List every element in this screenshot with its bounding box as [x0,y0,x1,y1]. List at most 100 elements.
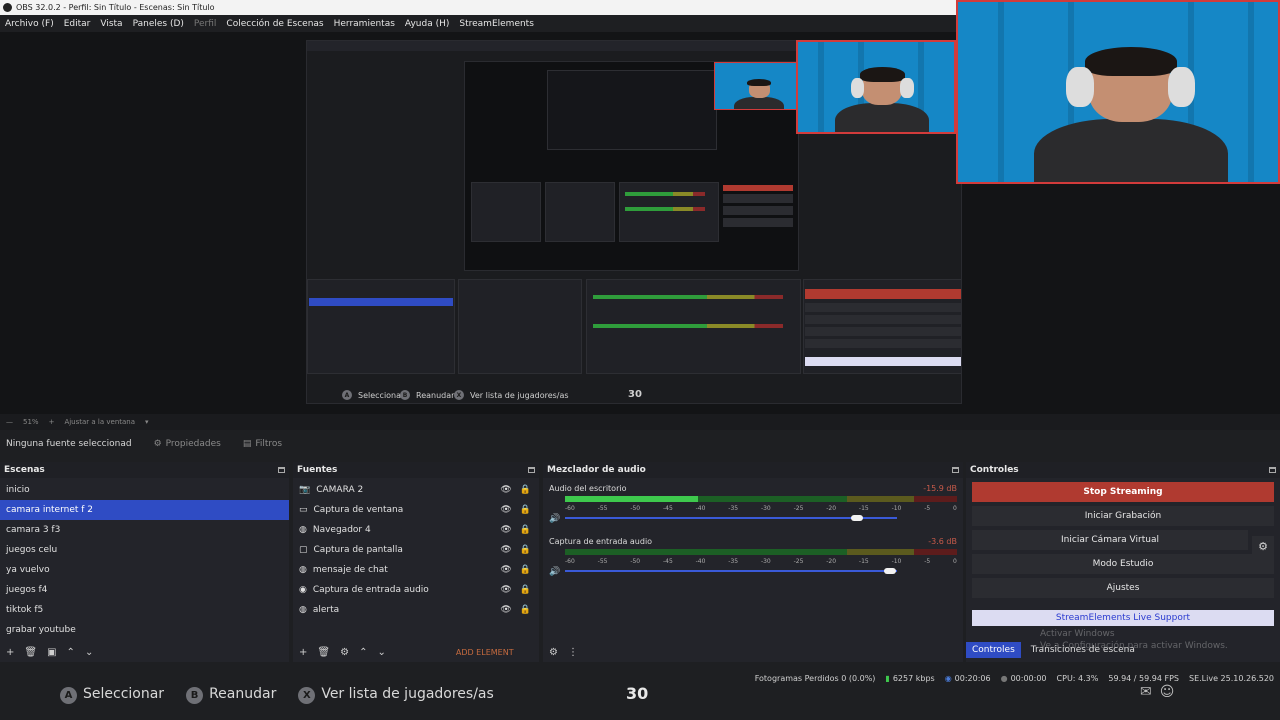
source-item[interactable]: ▢ Captura de pantalla 👁 🔒 [293,540,539,560]
tick-label: -55 [597,558,608,565]
x-button-icon: X [298,687,316,704]
menu-item-2[interactable]: Vista [95,19,127,29]
tick-label: -15 [858,558,869,565]
overlay-resume-label: Reanudar [209,686,277,702]
eye-icon[interactable]: 👁 [500,605,511,615]
virtual-camera-button[interactable]: Iniciar Cámara Virtual [972,530,1248,550]
source-item[interactable]: ◉ Captura de entrada audio 👁 🔒 [293,580,539,600]
eye-icon[interactable]: 👁 [500,585,511,595]
advanced-audio-icon[interactable]: ⚙ [549,647,558,658]
zoom-percent[interactable]: 51% [23,418,39,426]
dock-popout-icon[interactable] [1269,467,1276,473]
source-item[interactable]: ▭ Captura de ventana 👁 🔒 [293,500,539,520]
zoom-plus-icon[interactable]: + [49,418,55,426]
dock-popout-icon[interactable] [952,467,959,473]
menu-item-5[interactable]: Colección de Escenas [221,19,328,29]
eye-icon[interactable]: 👁 [500,485,511,495]
menu-item-3[interactable]: Paneles (D) [128,19,189,29]
scene-item[interactable]: ya vuelvo [0,560,289,580]
audio-mixer-dock: Mezclador de audio Audio del escritorio -… [543,462,963,662]
remove-scene-icon[interactable]: 🗑 [24,647,37,658]
live-support-button[interactable]: StreamElements Live Support [972,610,1274,626]
tick-label: -50 [630,505,641,512]
lock-icon[interactable]: 🔒 [520,605,531,615]
overlay-players-label: Ver lista de jugadores/as [321,686,494,702]
virtual-camera-settings-icon[interactable]: ⚙ [1252,536,1274,556]
speaker-icon[interactable]: 🔊 [549,514,560,524]
menu-item-1[interactable]: Editar [59,19,96,29]
filter-icon: ▤ [242,439,252,449]
zoom-out-icon[interactable]: — [6,418,13,426]
move-down-icon[interactable]: ⌄ [377,647,385,658]
overlay-select-label: Seleccionar [83,686,165,702]
add-scene-icon[interactable]: + [6,647,14,658]
lock-icon[interactable]: 🔒 [520,585,531,595]
scene-item[interactable]: camara internet f 2 [0,500,289,520]
move-down-icon[interactable]: ⌄ [85,647,93,658]
scene-item[interactable]: grabar youtube [0,620,289,640]
menu-item-6[interactable]: Herramientas [329,19,400,29]
move-up-icon[interactable]: ⌃ [67,647,75,658]
scene-item[interactable]: inicio [0,480,289,500]
stop-streaming-button[interactable]: Stop Streaming [972,482,1274,502]
filters-button[interactable]: ▤ Filtros [243,439,282,449]
overlay-resume: B Reanudar [186,686,276,704]
source-settings-icon[interactable]: ⚙ [340,647,349,658]
watermark-line1: Activar Windows [1040,629,1115,639]
sources-toolbar: + 🗑 ⚙ ⌃ ⌄ ADD ELEMENT [293,642,539,662]
tick-label: -60 [565,505,575,512]
source-label: Captura de entrada audio [312,585,429,595]
source-label: Captura de pantalla [313,545,403,555]
menu-item-0[interactable]: Archivo (F) [0,19,59,29]
scene-item[interactable]: juegos f4 [0,580,289,600]
start-recording-button[interactable]: Iniciar Grabación [972,506,1274,526]
tick-label: -5 [924,558,931,565]
move-up-icon[interactable]: ⌃ [359,647,367,658]
obs-logo-icon [3,3,12,12]
eye-icon[interactable]: 👁 [500,565,511,575]
scene-item[interactable]: camara 3 f3 [0,520,289,540]
volume-slider[interactable] [565,515,897,521]
mixer-menu-icon[interactable]: ⋮ [568,647,578,658]
menu-item-7[interactable]: Ayuda (H) [400,19,454,29]
lock-icon[interactable]: 🔒 [520,485,531,495]
channel-name: Captura de entrada audio [549,537,653,546]
tick-label: -10 [891,505,902,512]
source-toolbar: Ninguna fuente seleccionad ⚙ Propiedades… [0,432,1280,456]
window-icon: ▭ [299,505,308,515]
source-item[interactable]: 📷 CAMARA 2 👁 🔒 [293,480,539,500]
settings-button[interactable]: Ajustes [972,578,1274,598]
lock-icon[interactable]: 🔒 [520,565,531,575]
menu-item-4[interactable]: Perfil [189,19,222,29]
lock-icon[interactable]: 🔒 [520,545,531,555]
source-item[interactable]: ◍ Navegador 4 👁 🔒 [293,520,539,540]
remove-source-icon[interactable]: 🗑 [317,647,330,658]
chevron-down-icon[interactable]: ▾ [145,418,149,426]
eye-icon[interactable]: 👁 [500,525,511,535]
source-item[interactable]: ◍ alerta 👁 🔒 [293,600,539,620]
lock-icon[interactable]: 🔒 [520,525,531,535]
webcam-main [956,0,1280,184]
nested-overlay-players: X Ver lista de jugadores/as [454,390,569,400]
speaker-icon[interactable]: 🔊 [549,567,560,577]
studio-mode-button[interactable]: Modo Estudio [972,554,1274,574]
scenes-title: Escenas [4,465,45,475]
dock-popout-icon[interactable] [528,467,535,473]
lock-icon[interactable]: 🔒 [520,505,531,515]
add-source-icon[interactable]: + [299,647,307,658]
scene-item[interactable]: tiktok f5 [0,600,289,620]
properties-button[interactable]: ⚙ Propiedades [154,439,221,449]
scene-filter-icon[interactable]: ▣ [47,647,56,658]
menu-item-8[interactable]: StreamElements [454,19,539,29]
source-label: CAMARA 2 [316,485,364,495]
scene-item[interactable]: juegos celu [0,540,289,560]
zoom-fit-label[interactable]: Ajustar a la ventana [64,418,135,426]
source-item[interactable]: ◍ mensaje de chat 👁 🔒 [293,560,539,580]
volume-slider[interactable] [565,568,897,574]
add-element-button[interactable]: ADD ELEMENT [456,648,514,657]
tick-label: -40 [695,505,706,512]
dock-popout-icon[interactable] [278,467,285,473]
tab-controls[interactable]: Controles [966,642,1021,658]
eye-icon[interactable]: 👁 [500,545,511,555]
eye-icon[interactable]: 👁 [500,505,511,515]
